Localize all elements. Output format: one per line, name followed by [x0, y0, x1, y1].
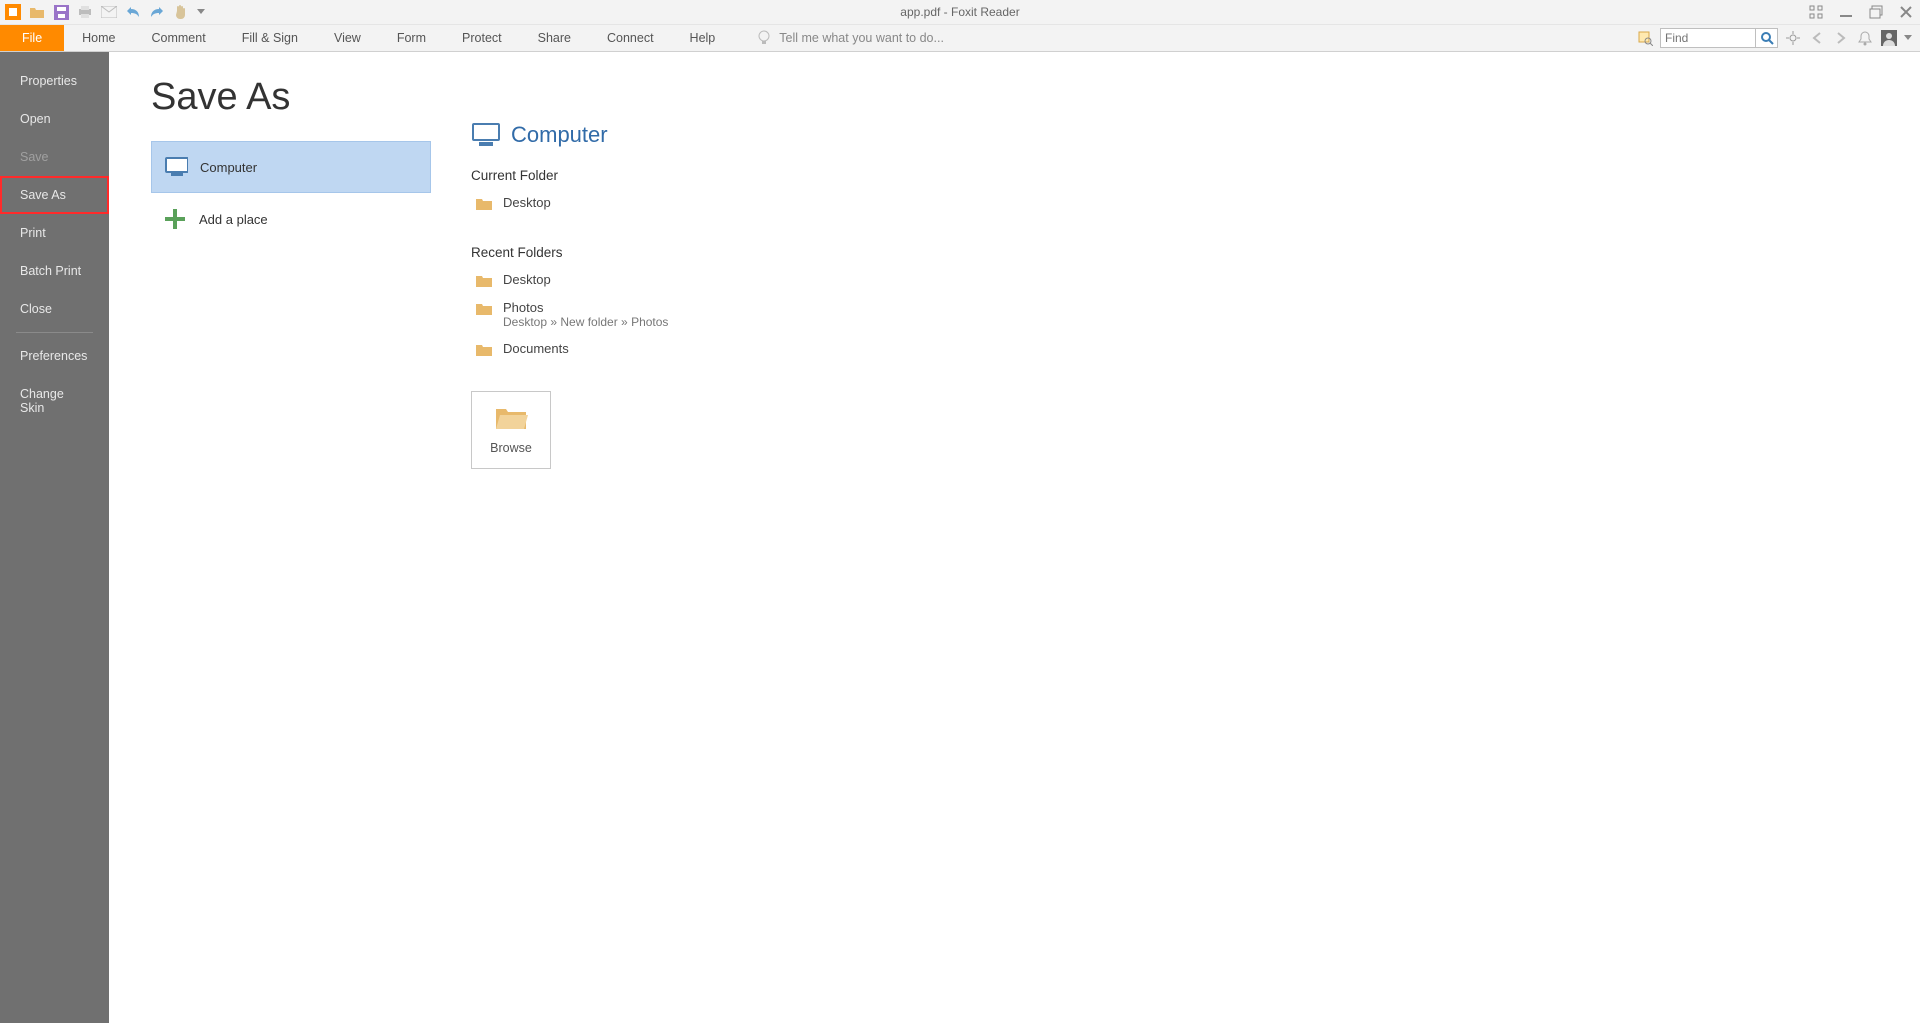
- window-controls: [1808, 4, 1914, 20]
- ribbon-right-controls: [1636, 25, 1920, 51]
- sidebar-item-change-skin[interactable]: Change Skin: [0, 375, 109, 427]
- recent-folder-path: Desktop » New folder » Photos: [503, 315, 668, 329]
- sidebar-separator: [16, 332, 93, 333]
- open-icon[interactable]: [28, 3, 46, 21]
- save-as-content: Save As Computer Add a place: [109, 52, 1920, 1023]
- tab-protect[interactable]: Protect: [444, 25, 520, 51]
- app-logo-icon[interactable]: [4, 3, 22, 21]
- save-icon[interactable]: [52, 3, 70, 21]
- file-sidebar: Properties Open Save Save As Print Batch…: [0, 52, 109, 1023]
- right-panel-header-text: Computer: [511, 122, 608, 148]
- tab-fill-sign[interactable]: Fill & Sign: [224, 25, 316, 51]
- sidebar-item-properties[interactable]: Properties: [0, 62, 109, 100]
- location-add-place-label: Add a place: [199, 212, 268, 227]
- right-panel-header: Computer: [471, 122, 991, 148]
- recent-folder-name: Desktop: [503, 272, 551, 287]
- email-icon[interactable]: [100, 3, 118, 21]
- tab-file[interactable]: File: [0, 25, 64, 51]
- recent-folders-block: Recent Folders Desktop Photos Desktop » …: [471, 245, 991, 363]
- sidebar-item-close[interactable]: Close: [0, 290, 109, 328]
- folder-icon: [475, 197, 493, 211]
- folder-open-icon: [494, 405, 528, 431]
- sidebar-item-save-as[interactable]: Save As: [0, 176, 109, 214]
- backstage-view: Properties Open Save Save As Print Batch…: [0, 52, 1920, 1023]
- lightbulb-icon: [757, 30, 771, 46]
- window-title: app.pdf - Foxit Reader: [0, 5, 1920, 19]
- recent-folder-row[interactable]: Desktop: [471, 266, 991, 294]
- tab-connect[interactable]: Connect: [589, 25, 672, 51]
- redo-icon[interactable]: [148, 3, 166, 21]
- undo-icon[interactable]: [124, 3, 142, 21]
- sidebar-item-open[interactable]: Open: [0, 100, 109, 138]
- current-folder-label: Current Folder: [471, 168, 991, 183]
- find-search-button[interactable]: [1756, 28, 1778, 48]
- find-prev-icon[interactable]: [1808, 29, 1826, 47]
- restore-icon[interactable]: [1868, 4, 1884, 20]
- computer-large-icon: [471, 122, 501, 148]
- tell-me-search[interactable]: Tell me what you want to do...: [757, 25, 944, 51]
- ribbon-display-icon[interactable]: [1808, 4, 1824, 20]
- recent-folder-row[interactable]: Photos Desktop » New folder » Photos: [471, 294, 991, 335]
- find-input[interactable]: [1660, 28, 1756, 48]
- tab-comment[interactable]: Comment: [134, 25, 224, 51]
- find-next-icon[interactable]: [1832, 29, 1850, 47]
- settings-gear-icon[interactable]: [1784, 29, 1802, 47]
- folder-icon: [475, 274, 493, 288]
- page-title: Save As: [151, 76, 431, 119]
- browse-button[interactable]: Browse: [471, 391, 551, 469]
- folder-icon: [475, 302, 493, 316]
- current-folder-row[interactable]: Desktop: [471, 189, 991, 217]
- recent-folder-name: Photos: [503, 300, 668, 315]
- sidebar-item-preferences[interactable]: Preferences: [0, 337, 109, 375]
- quick-access-toolbar: [0, 3, 206, 21]
- title-bar: app.pdf - Foxit Reader: [0, 0, 1920, 25]
- sidebar-item-print[interactable]: Print: [0, 214, 109, 252]
- qat-dropdown-icon[interactable]: [196, 3, 206, 21]
- close-icon[interactable]: [1898, 4, 1914, 20]
- recent-folders-label: Recent Folders: [471, 245, 991, 260]
- sidebar-item-save[interactable]: Save: [0, 138, 109, 176]
- recent-folder-texts: Photos Desktop » New folder » Photos: [503, 300, 668, 329]
- location-add-place[interactable]: Add a place: [151, 193, 431, 245]
- highlight-search-icon[interactable]: [1636, 29, 1654, 47]
- save-as-left-column: Save As Computer Add a place: [151, 76, 431, 1023]
- browse-label: Browse: [490, 441, 532, 455]
- sidebar-item-batch-print[interactable]: Batch Print: [0, 252, 109, 290]
- location-computer[interactable]: Computer: [151, 141, 431, 193]
- location-computer-label: Computer: [200, 160, 257, 175]
- user-account-icon[interactable]: [1880, 29, 1898, 47]
- plus-icon: [163, 207, 187, 231]
- save-as-right-column: Computer Current Folder Desktop Recent F…: [471, 76, 991, 1023]
- tab-home[interactable]: Home: [64, 25, 133, 51]
- save-locations-list: Computer Add a place: [151, 141, 431, 245]
- recent-folder-row[interactable]: Documents: [471, 335, 991, 363]
- computer-icon: [164, 155, 188, 179]
- ribbon-tabs: File Home Comment Fill & Sign View Form …: [0, 25, 1920, 52]
- tab-view[interactable]: View: [316, 25, 379, 51]
- tab-share[interactable]: Share: [520, 25, 589, 51]
- notification-bell-icon[interactable]: [1856, 29, 1874, 47]
- print-icon[interactable]: [76, 3, 94, 21]
- current-folder-name: Desktop: [503, 195, 551, 210]
- tab-form[interactable]: Form: [379, 25, 444, 51]
- tab-help[interactable]: Help: [672, 25, 734, 51]
- minimize-icon[interactable]: [1838, 4, 1854, 20]
- folder-icon: [475, 343, 493, 357]
- user-dropdown-icon[interactable]: [1904, 29, 1912, 47]
- recent-folder-name: Documents: [503, 341, 569, 356]
- find-box: [1660, 28, 1778, 48]
- hand-tool-icon[interactable]: [172, 3, 190, 21]
- tell-me-placeholder: Tell me what you want to do...: [779, 31, 944, 45]
